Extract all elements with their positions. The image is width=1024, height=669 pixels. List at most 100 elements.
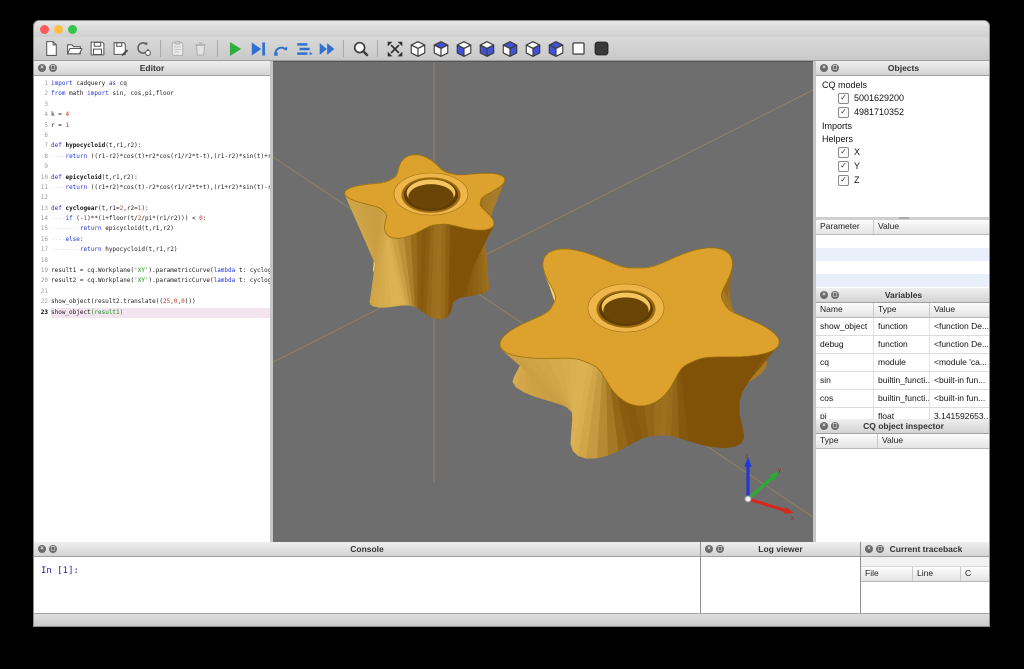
close-icon[interactable]: × <box>820 422 828 430</box>
checkbox-icon[interactable]: ✓ <box>838 175 849 186</box>
float-icon[interactable]: ◻ <box>49 545 57 553</box>
float-icon[interactable]: ◻ <box>831 291 839 299</box>
column-header[interactable]: Type <box>816 434 878 448</box>
checkbox-icon[interactable]: ✓ <box>838 107 849 118</box>
traceback-panel-header[interactable]: × ◻ Current traceback <box>861 542 990 557</box>
minimize-window-button[interactable] <box>54 25 63 34</box>
code-line[interactable]: 9 <box>34 162 270 172</box>
code-line[interactable]: 13def cyclogear(t,r1=2,r2=1): <box>34 204 270 214</box>
code-line[interactable]: 20result2 = cq.Workplane('XY').parametri… <box>34 276 270 286</box>
save-as-icon[interactable] <box>109 38 132 59</box>
console-panel-header[interactable]: × ◻ Console <box>34 542 700 557</box>
tree-item[interactable]: ✓5001629200 <box>816 91 990 105</box>
column-header[interactable]: Type <box>874 303 930 317</box>
checkbox-icon[interactable]: ✓ <box>838 93 849 104</box>
code-line[interactable]: 8----return ((r1-r2)*cos(t)+r2*cos(r1/r2… <box>34 152 270 162</box>
fit-view-icon[interactable] <box>383 38 406 59</box>
code-line[interactable]: 2from math import sin, cos,pi,floor <box>34 89 270 99</box>
view-iso-icon[interactable] <box>406 38 429 59</box>
inspector-header-row[interactable]: TypeValue <box>816 434 990 449</box>
column-header[interactable]: Parameter <box>816 220 874 234</box>
traceback-header-row[interactable]: FileLineC <box>861 567 990 582</box>
close-icon[interactable]: × <box>820 291 828 299</box>
view-bottom-icon[interactable] <box>452 38 475 59</box>
checkbox-icon[interactable]: ✓ <box>838 147 849 158</box>
toggle-wireframe-icon[interactable] <box>567 38 590 59</box>
step-over-icon[interactable] <box>269 38 292 59</box>
code-line[interactable]: 17--------return hypocycloid(t,r1,r2) <box>34 245 270 255</box>
toggle-shaded-icon[interactable] <box>590 38 613 59</box>
column-header[interactable]: Name <box>816 303 874 317</box>
viewport-3d[interactable]: zyx <box>273 61 813 542</box>
column-header[interactable]: File <box>861 567 913 581</box>
console-input-area[interactable]: In [1]: <box>34 557 700 613</box>
column-header[interactable]: C <box>961 567 990 581</box>
view-back-icon[interactable] <box>498 38 521 59</box>
view-right-icon[interactable] <box>544 38 567 59</box>
code-line[interactable]: 15--------return epicycloid(t,r1,r2) <box>34 224 270 234</box>
code-line[interactable]: 6 <box>34 131 270 141</box>
save-icon[interactable] <box>86 38 109 59</box>
code-line[interactable]: 10def epicycloid(t,r1,r2): <box>34 173 270 183</box>
step-into-icon[interactable] <box>292 38 315 59</box>
code-line[interactable]: 16----else: <box>34 235 270 245</box>
code-line[interactable]: 23show_object(result1) <box>34 308 270 318</box>
checkbox-icon[interactable]: ✓ <box>838 161 849 172</box>
code-line[interactable]: 11----return ((r1+r2)*cos(t)-r2*cos(r1/r… <box>34 183 270 193</box>
view-left-icon[interactable] <box>521 38 544 59</box>
code-line[interactable]: 5r = 1 <box>34 121 270 131</box>
code-line[interactable]: 18 <box>34 256 270 266</box>
code-line[interactable]: 1import cadquery as cq <box>34 79 270 89</box>
open-file-icon[interactable] <box>63 38 86 59</box>
variables-row[interactable]: sinbuiltin_functi...<built-in fun... <box>816 372 990 390</box>
variables-row[interactable]: cosbuiltin_functi...<built-in fun... <box>816 390 990 408</box>
float-icon[interactable]: ◻ <box>49 64 57 72</box>
column-header[interactable]: Value <box>878 434 990 448</box>
continue-icon[interactable] <box>315 38 338 59</box>
delete-icon[interactable] <box>189 38 212 59</box>
tree-item[interactable]: ✓X <box>816 145 990 159</box>
view-top-icon[interactable] <box>429 38 452 59</box>
variables-row[interactable]: cqmodule<module 'ca... <box>816 354 990 372</box>
tree-item[interactable]: ✓4981710352 <box>816 105 990 119</box>
variables-row[interactable]: debugfunction<function De... <box>816 336 990 354</box>
reload-script-icon[interactable] <box>132 38 155 59</box>
close-icon[interactable]: × <box>820 64 828 72</box>
close-icon[interactable]: × <box>865 545 873 553</box>
variables-header-row[interactable]: NameTypeValue <box>816 303 990 318</box>
zoom-window-button[interactable] <box>68 25 77 34</box>
close-icon[interactable]: × <box>38 545 46 553</box>
tree-group-label[interactable]: Imports <box>816 119 990 132</box>
column-header[interactable]: Line <box>913 567 961 581</box>
inspector-panel-header[interactable]: × ◻ CQ object inspector <box>816 419 990 434</box>
float-icon[interactable]: ◻ <box>831 422 839 430</box>
tree-group-label[interactable]: CQ models <box>816 78 990 91</box>
code-line[interactable]: 22show_object(result2.translate((25,0,0)… <box>34 297 270 307</box>
new-file-icon[interactable] <box>40 38 63 59</box>
code-line[interactable]: 7def hypocycloid(t,r1,r2): <box>34 141 270 151</box>
code-line[interactable]: 3 <box>34 100 270 110</box>
debug-run-icon[interactable] <box>246 38 269 59</box>
tree-item[interactable]: ✓Y <box>816 159 990 173</box>
code-line[interactable]: 19result1 = cq.Workplane('XY').parametri… <box>34 266 270 276</box>
close-window-button[interactable] <box>40 25 49 34</box>
paste-icon[interactable] <box>166 38 189 59</box>
code-line[interactable]: 4k = 4 <box>34 110 270 120</box>
float-icon[interactable]: ◻ <box>831 64 839 72</box>
code-line[interactable]: 14----if (-1)**(1+floor(t/2/pi*(r1/r2)))… <box>34 214 270 224</box>
close-icon[interactable]: × <box>38 64 46 72</box>
float-icon[interactable]: ◻ <box>876 545 884 553</box>
code-editor[interactable]: 1import cadquery as cq2from math import … <box>34 76 270 542</box>
column-header[interactable]: Value <box>930 303 990 317</box>
code-line[interactable]: 21 <box>34 287 270 297</box>
parameters-header-row[interactable]: ParameterValue <box>816 220 990 235</box>
objects-panel-header[interactable]: × ◻ Objects <box>816 61 990 76</box>
variables-row[interactable]: show_objectfunction<function De... <box>816 318 990 336</box>
titlebar[interactable] <box>34 21 989 38</box>
zoom-icon[interactable] <box>349 38 372 59</box>
log-panel-header[interactable]: × ◻ Log viewer <box>701 542 860 557</box>
variables-row[interactable]: pifloat3.141592653... <box>816 408 990 419</box>
variables-panel-header[interactable]: × ◻ Variables <box>816 288 990 303</box>
tree-item[interactable]: ✓Z <box>816 173 990 187</box>
tree-group-label[interactable]: Helpers <box>816 132 990 145</box>
